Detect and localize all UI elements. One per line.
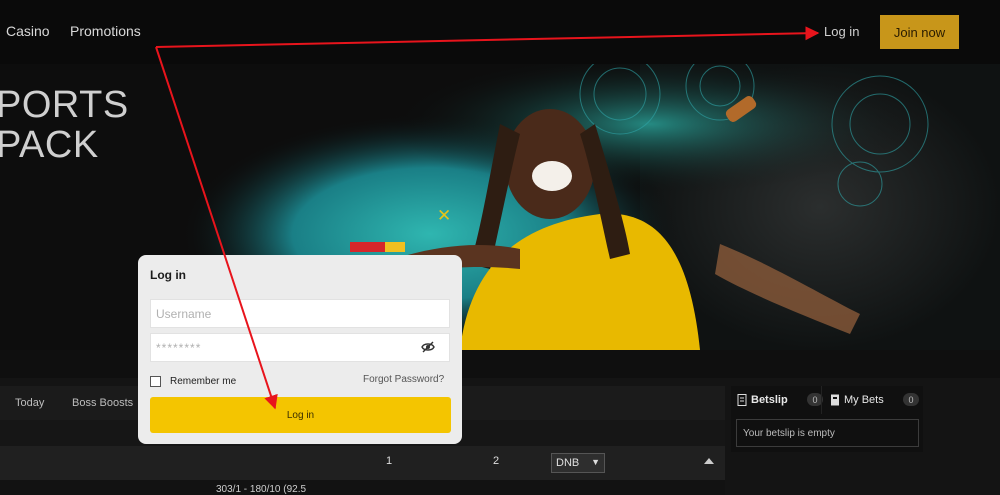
nav-login-link[interactable]: Log in	[824, 24, 859, 39]
odds-column-1: 1	[386, 455, 393, 467]
banner-close-icon[interactable]: ✕	[437, 206, 451, 226]
nav-casino[interactable]: Casino	[6, 23, 50, 39]
remember-me-checkbox[interactable]	[150, 376, 161, 387]
collapse-caret-icon[interactable]	[704, 458, 714, 464]
remember-me-label: Remember me	[170, 376, 237, 387]
login-submit-button[interactable]: Log in	[150, 397, 451, 433]
tab-divider	[821, 386, 822, 414]
login-modal: Log in Username ******** Remember me For…	[138, 255, 462, 444]
market-select-value: DNB	[556, 457, 580, 469]
tab-today[interactable]: Today	[15, 397, 44, 409]
match-score-text: 303/1 - 180/10 (92.5	[216, 484, 307, 495]
screen: Casino Promotions Log in Join now PORTS …	[0, 0, 1000, 495]
forgot-password-link[interactable]: Forgot Password?	[363, 374, 444, 385]
receipt-icon	[737, 394, 747, 406]
promo-headline-line2: PACK	[0, 124, 99, 166]
remember-me[interactable]: Remember me	[150, 376, 236, 387]
odds-column-2: 2	[493, 455, 500, 467]
match-row[interactable]: 303/1 - 180/10 (92.5	[0, 480, 725, 495]
betslip-panel: Betslip 0 My Bets 0 Your betslip is empt…	[731, 386, 923, 452]
ticket-icon	[831, 394, 839, 406]
tab-my-bets-label: My Bets	[844, 394, 884, 406]
top-nav: Casino Promotions Log in Join now	[0, 0, 1000, 64]
chevron-down-icon: ▼	[591, 457, 600, 467]
login-modal-title: Log in	[150, 268, 186, 282]
join-now-button[interactable]: Join now	[880, 15, 959, 49]
odds-header-bar: 1 2 DNB ▼	[0, 446, 725, 480]
password-input[interactable]: ********	[150, 333, 450, 362]
promo-headline-line1: PORTS	[0, 84, 129, 126]
market-select[interactable]: DNB ▼	[551, 453, 605, 473]
tab-boss-boosts[interactable]: Boss Boosts	[72, 397, 133, 409]
username-input[interactable]: Username	[150, 299, 450, 328]
tab-betslip-label: Betslip	[751, 394, 788, 406]
hide-password-icon[interactable]	[421, 341, 435, 353]
tab-betslip[interactable]: Betslip	[737, 394, 788, 406]
betslip-empty-message: Your betslip is empty	[736, 419, 919, 447]
mybets-count-badge: 0	[903, 393, 919, 406]
tab-my-bets[interactable]: My Bets	[830, 394, 884, 406]
nav-promotions[interactable]: Promotions	[70, 23, 141, 39]
